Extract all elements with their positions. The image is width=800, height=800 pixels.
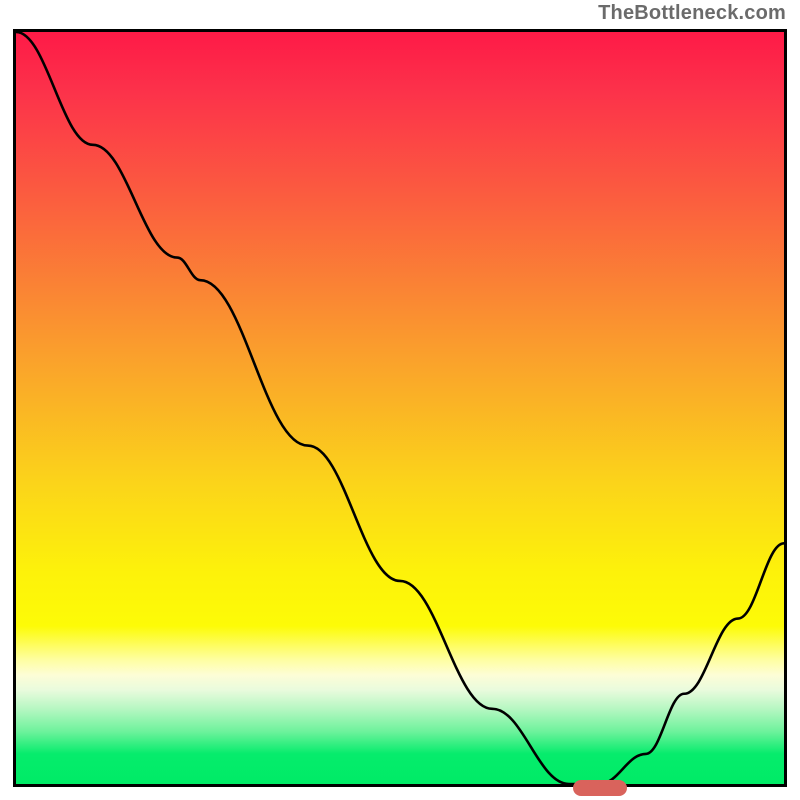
bottleneck-curve (16, 32, 784, 784)
optimal-marker (573, 780, 627, 796)
curve-path (16, 32, 784, 784)
plot-area (13, 29, 787, 787)
watermark-text: TheBottleneck.com (598, 2, 786, 25)
